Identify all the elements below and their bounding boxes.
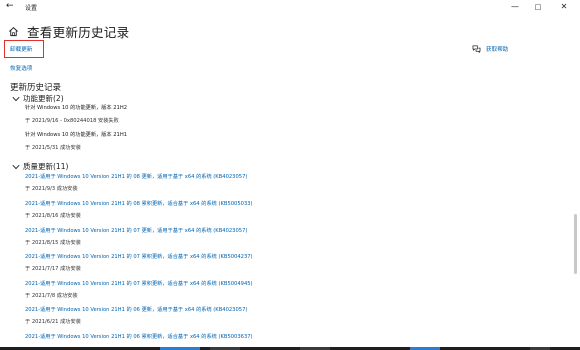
feature-updates-group[interactable]: 功能更新(2)	[12, 93, 64, 104]
quality-update-link[interactable]: 2021-适用于 Windows 10 Version 21H1 的 06 更新…	[25, 306, 247, 313]
quality-updates-group[interactable]: 质量更新(11)	[12, 161, 68, 172]
quality-updates-label: 质量更新(11)	[23, 162, 69, 171]
quality-update-link[interactable]: 2021-适用于 Windows 10 Version 21H1 的 08 更新…	[25, 173, 247, 180]
quality-update-status: 于 2021/8/15 成功安装	[25, 240, 81, 246]
feature-update-status: 于 2021/9/16 - 0x80244018 安装失败	[25, 118, 119, 124]
get-help[interactable]: 获取帮助	[472, 45, 508, 53]
scrollbar[interactable]	[574, 14, 577, 344]
update-history-heading: 更新历史记录	[10, 83, 62, 93]
quality-update-link[interactable]: 2021-适用于 Windows 10 Version 21H1 的 07 累积…	[25, 280, 253, 287]
quality-update-link[interactable]: 2021-适用于 Windows 10 Version 21H1 的 07 累积…	[25, 253, 253, 260]
quality-update-link[interactable]: 2021-适用于 Windows 10 Version 21H1 的 06 累积…	[25, 333, 253, 340]
quality-update-status: 于 2021/7/17 成功安装	[25, 266, 81, 272]
feature-update-status: 于 2021/5/31 成功安装	[25, 145, 81, 151]
quality-update-status: 于 2021/8/16 成功安装	[25, 213, 81, 219]
minimize-button[interactable]: —	[504, 0, 526, 14]
chevron-down-icon	[12, 96, 20, 101]
quality-update-link[interactable]: 2021-适用于 Windows 10 Version 21H1 的 08 累积…	[25, 200, 253, 207]
feature-update-title: 针对 Windows 10 的功能更新，版本 21H1	[25, 132, 128, 138]
chevron-down-icon	[12, 164, 20, 169]
recovery-options-link[interactable]: 恢复选项	[10, 64, 32, 72]
page-header: 查看更新历史记录	[8, 23, 130, 40]
feature-updates-label: 功能更新(2)	[23, 94, 64, 103]
quality-update-status: 于 2021/9/3 成功安装	[25, 186, 78, 192]
title-bar: ← 设置 — □ ✕	[0, 0, 580, 14]
window-title: 设置	[25, 5, 38, 12]
maximize-button[interactable]: □	[527, 0, 549, 14]
get-help-link[interactable]: 获取帮助	[486, 45, 508, 53]
help-chat-icon	[472, 45, 481, 53]
back-arrow-icon[interactable]: ←	[6, 1, 14, 11]
quality-update-link[interactable]: 2021-适用于 Windows 10 Version 21H1 的 07 更新…	[25, 227, 247, 234]
settings-window: ← 设置 — □ ✕ 查看更新历史记录 卸载更新 恢复选项 获取帮助 更新历史记…	[0, 0, 580, 350]
home-icon[interactable]	[8, 26, 19, 37]
scrollbar-thumb[interactable]	[574, 214, 577, 274]
quality-update-status: 于 2021/6/21 成功安装	[25, 319, 81, 325]
uninstall-updates-link[interactable]: 卸载更新	[10, 45, 32, 53]
quality-update-status: 于 2021/7/8 成功安装	[25, 293, 78, 299]
close-button[interactable]: ✕	[553, 0, 575, 14]
page-title: 查看更新历史记录	[27, 24, 130, 40]
feature-update-title: 针对 Windows 10 的功能更新，版本 21H2	[25, 105, 128, 111]
